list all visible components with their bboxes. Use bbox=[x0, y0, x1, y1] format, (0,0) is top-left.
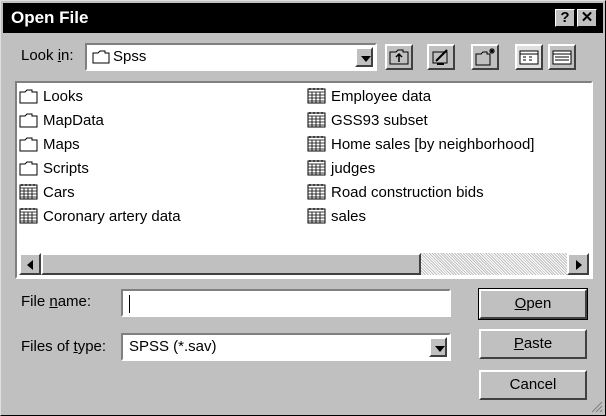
file-item[interactable]: Maps bbox=[19, 133, 80, 155]
file-item[interactable]: Cars bbox=[19, 181, 75, 203]
horizontal-scrollbar[interactable] bbox=[19, 253, 589, 275]
file-item-label: Scripts bbox=[43, 159, 89, 177]
open-button[interactable]: Open bbox=[478, 288, 588, 320]
title-bar[interactable]: Open File ? ✕ bbox=[3, 3, 603, 33]
file-item-label: judges bbox=[331, 159, 376, 177]
folder-icon bbox=[19, 113, 38, 128]
look-in-combobox[interactable]: Spss bbox=[85, 43, 377, 71]
folder-icon bbox=[19, 161, 38, 176]
scroll-left-button[interactable] bbox=[19, 253, 41, 275]
folder-icon bbox=[19, 89, 38, 104]
file-item[interactable]: Home sales [by neighborhood] bbox=[307, 133, 534, 155]
spss-data-file-icon bbox=[307, 184, 326, 200]
list-view-icon bbox=[519, 50, 539, 65]
details-view-icon bbox=[552, 50, 572, 65]
files-of-type-label: Files of type: bbox=[21, 338, 107, 355]
text-cursor bbox=[129, 295, 130, 313]
file-item[interactable]: Employee data bbox=[307, 85, 431, 107]
file-item[interactable]: sales bbox=[307, 205, 366, 227]
file-name-input[interactable] bbox=[121, 289, 451, 317]
desktop-icon bbox=[432, 49, 448, 65]
spss-data-file-icon bbox=[19, 208, 38, 224]
create-new-folder-button[interactable] bbox=[471, 44, 499, 70]
files-of-type-dropdown-button[interactable] bbox=[429, 337, 447, 357]
file-item-label: Looks bbox=[43, 87, 84, 105]
look-in-label: Look in: bbox=[21, 47, 74, 64]
file-item-label: GSS93 subset bbox=[331, 111, 428, 129]
arrow-left-icon bbox=[27, 260, 33, 270]
folder-icon bbox=[92, 50, 110, 64]
file-item[interactable]: Coronary artery data bbox=[19, 205, 181, 227]
file-item[interactable]: Road construction bids bbox=[307, 181, 484, 203]
help-button[interactable]: ? bbox=[555, 9, 575, 27]
file-item[interactable]: judges bbox=[307, 157, 375, 179]
spss-data-file-icon bbox=[307, 112, 326, 128]
spss-data-file-icon bbox=[307, 160, 326, 176]
spss-data-file-icon bbox=[307, 136, 326, 152]
go-to-desktop-button[interactable] bbox=[427, 44, 455, 70]
arrow-right-icon bbox=[576, 260, 582, 270]
file-item-label: Employee data bbox=[331, 87, 432, 105]
look-in-value: Spss bbox=[113, 48, 147, 65]
files-of-type-value: SPSS (*.sav) bbox=[129, 338, 217, 355]
new-folder-icon bbox=[475, 48, 495, 66]
paste-button[interactable]: Paste bbox=[479, 329, 587, 359]
up-folder-icon bbox=[389, 49, 409, 65]
chevron-down-icon bbox=[435, 346, 445, 352]
spss-data-file-icon bbox=[307, 88, 326, 104]
look-in-dropdown-button[interactable] bbox=[355, 47, 373, 67]
chevron-down-icon bbox=[361, 56, 371, 62]
file-item-label: Maps bbox=[43, 135, 80, 153]
spss-data-file-icon bbox=[19, 184, 38, 200]
dialog-title: Open File bbox=[11, 8, 89, 27]
scrollbar-thumb[interactable] bbox=[41, 253, 421, 275]
details-view-button[interactable] bbox=[548, 44, 576, 70]
resize-grip-icon[interactable] bbox=[589, 399, 603, 413]
file-list[interactable]: Looks MapData Maps Scripts Cars Coronary arte… bbox=[15, 81, 593, 279]
file-name-label: File name: bbox=[21, 293, 92, 310]
file-item[interactable]: GSS93 subset bbox=[307, 109, 428, 131]
file-item-label: Home sales [by neighborhood] bbox=[331, 135, 535, 153]
file-item-label: MapData bbox=[43, 111, 104, 129]
file-item-label: Coronary artery data bbox=[43, 207, 181, 225]
close-button[interactable]: ✕ bbox=[577, 9, 597, 27]
up-one-level-button[interactable] bbox=[385, 44, 413, 70]
folder-icon bbox=[19, 137, 38, 152]
files-of-type-select[interactable]: SPSS (*.sav) bbox=[121, 333, 451, 361]
scroll-right-button[interactable] bbox=[567, 253, 589, 275]
file-item[interactable]: Scripts bbox=[19, 157, 89, 179]
file-item-label: sales bbox=[331, 207, 367, 225]
file-item-label: Cars bbox=[43, 183, 75, 201]
file-item-label: Road construction bids bbox=[331, 183, 484, 201]
cancel-button[interactable]: Cancel bbox=[479, 370, 587, 400]
file-item[interactable]: Looks bbox=[19, 85, 83, 107]
spss-data-file-icon bbox=[307, 208, 326, 224]
open-file-dialog: Open File ? ✕ Look in: Spss Looks MapData… bbox=[0, 0, 606, 416]
list-view-button[interactable] bbox=[515, 44, 543, 70]
file-item[interactable]: MapData bbox=[19, 109, 104, 131]
